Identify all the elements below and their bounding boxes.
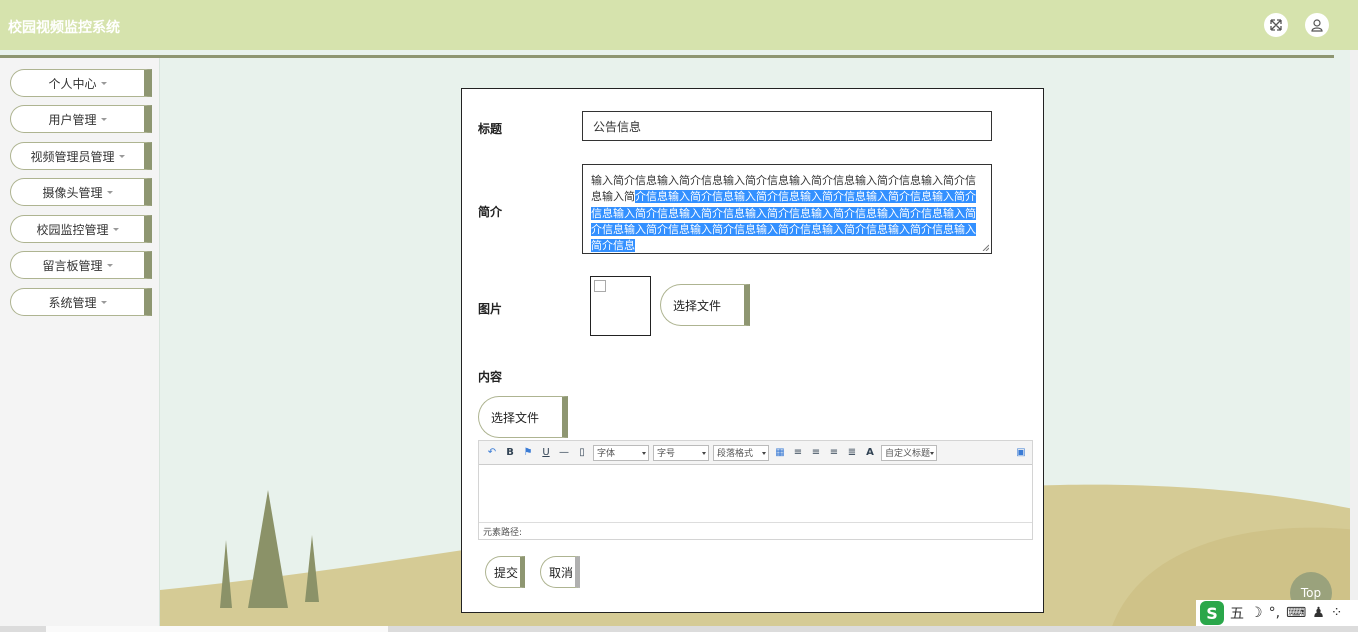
sidebar-item-label: 留言板管理 [42, 258, 103, 273]
image-preview [590, 276, 651, 336]
editor-toolbar: ↶ B ⚑ U — ▯ 字体 字号 段落格式 ▦ ≡ ≡ ≡ ≣ A 自定义标题… [479, 441, 1032, 465]
caret-down-icon [100, 300, 107, 304]
content-label: 内容 [478, 370, 503, 384]
top-header: 校园视频监控系统 [0, 0, 1358, 50]
font-size-select[interactable]: 字号 [653, 444, 709, 461]
table-icon[interactable]: ▦ [773, 446, 787, 460]
paragraph-format-select-value: 段落格式 [717, 449, 754, 459]
sidebar-item-system-management[interactable]: 系统管理 [10, 288, 152, 316]
editor-content-area[interactable] [479, 465, 1032, 522]
caret-down-icon [118, 154, 125, 158]
document-icon[interactable]: ▯ [575, 446, 589, 460]
title-label: 标题 [478, 122, 503, 136]
fullscreen-icon [1270, 19, 1282, 31]
sidebar-item-video-admin-management[interactable]: 视频管理员管理 [10, 142, 152, 170]
moon-icon[interactable]: ☽ [1250, 605, 1263, 621]
bold-icon[interactable]: B [503, 446, 517, 460]
align-justify-icon[interactable]: ≣ [845, 446, 859, 460]
title-input-value: 公告信息 [593, 119, 642, 134]
header-divider [0, 55, 1334, 58]
sidebar-item-personal-center[interactable]: 个人中心 [10, 69, 152, 97]
undo-icon[interactable]: ↶ [485, 446, 499, 460]
sidebar-item-user-management[interactable]: 用户管理 [10, 105, 152, 133]
summary-label: 简介 [478, 205, 503, 219]
underline-icon[interactable]: U [539, 446, 553, 460]
sidebar-item-label: 摄像头管理 [42, 185, 103, 200]
resize-handle-icon[interactable] [981, 243, 989, 251]
sidebar-item-label: 校园监控管理 [36, 222, 109, 237]
sidebar-item-campus-monitor-management[interactable]: 校园监控管理 [10, 215, 152, 243]
format-painter-icon[interactable]: ⚑ [521, 446, 535, 460]
submit-button[interactable]: 提交 [485, 556, 525, 588]
editor-element-path: 元素路径: [479, 522, 1032, 540]
ime-logo-icon[interactable]: S [1200, 601, 1224, 625]
content-choose-file-label: 选择文件 [491, 410, 540, 425]
user-button[interactable] [1305, 13, 1329, 37]
sidebar-item-label: 系统管理 [48, 295, 97, 310]
sidebar: 个人中心 用户管理 视频管理员管理 摄像头管理 校园监控管理 留言板管理 系统管… [0, 58, 160, 632]
cancel-button[interactable]: 取消 [540, 556, 580, 588]
summary-textarea[interactable]: 输入简介信息输入简介信息输入简介信息输入简介信息输入简介信息输入简介信息输入简介… [582, 164, 992, 254]
sidebar-item-label: 视频管理员管理 [30, 149, 115, 164]
element-path-label: 元素路径: [483, 528, 523, 538]
custom-heading-select[interactable]: 自定义标题 [881, 444, 937, 461]
paragraph-format-select[interactable]: 段落格式 [713, 444, 769, 461]
submit-label: 提交 [494, 565, 519, 580]
bottom-taskbar [0, 626, 1358, 632]
font-size-select-value: 字号 [657, 449, 676, 459]
custom-heading-select-value: 自定义标题 [885, 449, 931, 459]
image-label: 图片 [478, 302, 503, 316]
fullscreen-button[interactable] [1264, 13, 1288, 37]
sidebar-item-camera-management[interactable]: 摄像头管理 [10, 178, 152, 206]
sidebar-item-message-board-management[interactable]: 留言板管理 [10, 251, 152, 279]
user-icon[interactable]: ♟ [1312, 605, 1325, 621]
caret-down-icon [106, 263, 113, 267]
align-right-icon[interactable]: ≡ [827, 446, 841, 460]
image-choose-file-label: 选择文件 [673, 298, 722, 313]
keyboard-icon[interactable]: ⌨ [1286, 605, 1306, 621]
user-icon [1311, 19, 1323, 32]
content-choose-file-button[interactable]: 选择文件 [478, 396, 568, 438]
announcement-form: 标题 公告信息 简介 输入简介信息输入简介信息输入简介信息输入简介信息输入简介信… [461, 88, 1044, 613]
fullscreen-editor-icon[interactable]: ▣ [1014, 446, 1028, 460]
horizontal-rule-icon[interactable]: — [557, 446, 571, 460]
sidebar-item-label: 用户管理 [48, 112, 97, 127]
taskbar-segment [46, 626, 388, 632]
image-choose-file-button[interactable]: 选择文件 [660, 284, 750, 326]
page-scrollbar[interactable] [1350, 0, 1358, 632]
punctuation-icon[interactable]: °, [1269, 605, 1280, 621]
title-input[interactable]: 公告信息 [582, 111, 992, 141]
caret-down-icon [100, 117, 107, 121]
caret-down-icon [100, 81, 107, 85]
font-family-select-value: 字体 [597, 449, 616, 459]
ime-mode-indicator[interactable]: 五 [1230, 603, 1244, 623]
broken-image-icon [594, 280, 606, 292]
align-center-icon[interactable]: ≡ [809, 446, 823, 460]
sidebar-item-label: 个人中心 [48, 76, 97, 91]
grid-icon[interactable]: ⁘ [1331, 605, 1343, 621]
summary-selected-text: 介信息输入简介信息输入简介信息输入简介信息输入简介信息输入简介信息输入简介信息输… [591, 190, 976, 253]
font-family-select[interactable]: 字体 [593, 444, 649, 461]
font-color-icon[interactable]: A [863, 446, 877, 460]
ime-toolbar: S 五 ☽ °, ⌨ ♟ ⁘ [1196, 600, 1358, 626]
align-left-icon[interactable]: ≡ [791, 446, 805, 460]
rich-text-editor: ↶ B ⚑ U — ▯ 字体 字号 段落格式 ▦ ≡ ≡ ≡ ≣ A 自定义标题… [478, 440, 1033, 540]
back-to-top-label: Top [1300, 586, 1322, 600]
cancel-label: 取消 [549, 565, 574, 580]
caret-down-icon [106, 190, 113, 194]
caret-down-icon [112, 227, 119, 231]
app-title: 校园视频监控系统 [8, 20, 120, 36]
